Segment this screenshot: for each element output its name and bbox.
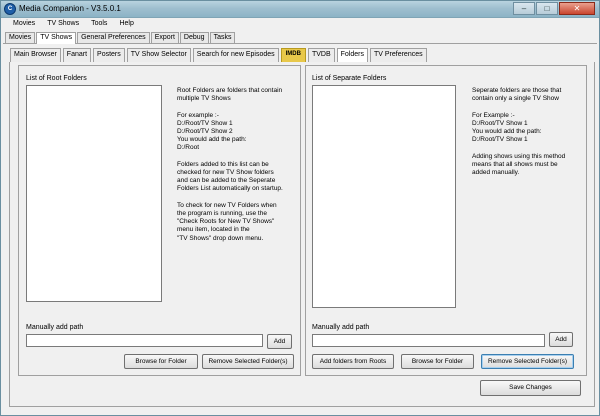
- separate-browse-button[interactable]: Browse for Folder: [401, 354, 474, 369]
- save-changes-button[interactable]: Save Changes: [480, 380, 581, 396]
- window-title: Media Companion - V3.5.0.1: [19, 4, 121, 13]
- tab-movies[interactable]: Movies: [5, 32, 36, 43]
- app-logo-icon: C: [4, 3, 16, 15]
- menu-tools[interactable]: Tools: [85, 18, 113, 31]
- menu-help[interactable]: Help: [113, 18, 139, 31]
- minimize-icon[interactable]: –: [513, 2, 535, 15]
- tab-debug[interactable]: Debug: [179, 32, 209, 43]
- tab-tasks[interactable]: Tasks: [209, 32, 236, 43]
- tab-tvdb[interactable]: TVDB: [307, 48, 335, 62]
- folders-tab-content: List of Root Folders Root Folders are fo…: [9, 62, 595, 407]
- root-folders-list[interactable]: [26, 85, 162, 302]
- tab-search-new-episodes[interactable]: Search for new Episodes: [192, 48, 279, 62]
- root-folders-panel: List of Root Folders Root Folders are fo…: [18, 65, 301, 376]
- root-add-button[interactable]: Add: [267, 334, 292, 349]
- sub-tabs: Main Browser Fanart Posters TV Show Sele…: [10, 48, 429, 63]
- tab-fanart[interactable]: Fanart: [62, 48, 92, 62]
- menu-bar: Movies TV Shows Tools Help: [1, 18, 599, 31]
- separate-folders-label: List of Separate Folders: [312, 75, 387, 82]
- tab-imdb[interactable]: IMDB: [280, 48, 306, 62]
- root-folders-label: List of Root Folders: [26, 75, 87, 82]
- separate-remove-button[interactable]: Remove Selected Folder(s): [481, 354, 574, 369]
- root-folders-description: Root Folders are folders that contain mu…: [177, 87, 283, 242]
- main-window: C Media Companion - V3.5.0.1 – □ ✕ Movie…: [0, 0, 600, 416]
- close-icon[interactable]: ✕: [559, 2, 595, 15]
- tab-export[interactable]: Export: [150, 32, 179, 43]
- root-remove-button[interactable]: Remove Selected Folder(s): [202, 354, 294, 369]
- title-bar[interactable]: C Media Companion - V3.5.0.1 – □ ✕: [1, 1, 599, 18]
- tab-tv-shows[interactable]: TV Shows: [36, 32, 77, 44]
- tab-tv-preferences[interactable]: TV Preferences: [369, 48, 427, 62]
- root-manual-path-label: Manually add path: [26, 324, 84, 331]
- separate-folders-list[interactable]: [312, 85, 456, 308]
- separate-add-button[interactable]: Add: [549, 332, 573, 347]
- window-controls: – □ ✕: [512, 2, 595, 15]
- menu-movies[interactable]: Movies: [7, 18, 41, 31]
- separate-folders-description: Seperate folders are those that contain …: [472, 87, 566, 177]
- maximize-icon[interactable]: □: [536, 2, 558, 15]
- tab-tv-show-selector[interactable]: TV Show Selector: [126, 48, 191, 62]
- separate-path-input[interactable]: [312, 334, 545, 347]
- root-browse-button[interactable]: Browse for Folder: [124, 354, 198, 369]
- separate-folders-panel: List of Separate Folders Seperate folder…: [305, 65, 587, 376]
- separate-manual-path-label: Manually add path: [312, 324, 370, 331]
- tab-general-preferences[interactable]: General Preferences: [77, 32, 150, 43]
- add-from-roots-button[interactable]: Add folders from Roots: [312, 354, 394, 369]
- root-path-input[interactable]: [26, 334, 263, 347]
- tab-posters[interactable]: Posters: [93, 48, 125, 62]
- main-tabs: Movies TV Shows General Preferences Expo…: [5, 32, 236, 44]
- tab-main-browser[interactable]: Main Browser: [10, 48, 61, 62]
- tab-folders[interactable]: Folders: [336, 48, 368, 63]
- menu-tv-shows[interactable]: TV Shows: [41, 18, 85, 31]
